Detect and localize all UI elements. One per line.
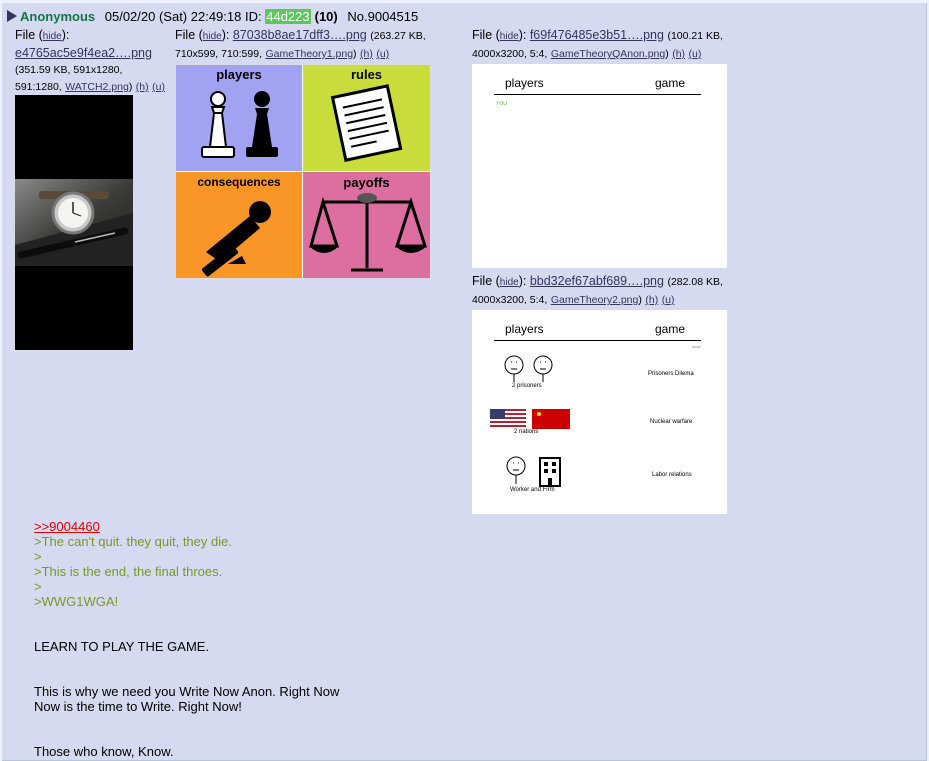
game-heading: game xyxy=(655,76,686,90)
hint-text: nbox xyxy=(692,344,701,349)
post-message: >>9004460 >The can't quit. they quit, th… xyxy=(34,519,339,759)
file-name-link[interactable]: f69f476485e3b51….png xyxy=(530,28,664,42)
file-meta: 4000x3200, 5:4, xyxy=(472,48,548,60)
thumbnail-game-theory-qanon[interactable]: players game YOU xyxy=(472,64,727,268)
upload-link[interactable]: (u) xyxy=(662,294,675,306)
row-right-label: Prisoners Dilema xyxy=(648,371,694,377)
rules-document-icon xyxy=(330,84,403,162)
flags-icon xyxy=(490,409,570,429)
hide-link[interactable]: hide xyxy=(500,31,519,42)
quote-backlink[interactable]: >>9004460 xyxy=(34,519,100,534)
file-info-1: File (hide): e4765ac5e9f4ea2….png (351.5… xyxy=(15,28,165,93)
hide-link[interactable]: hide xyxy=(500,277,519,288)
scales-icon xyxy=(309,193,428,272)
heading-underline xyxy=(494,94,701,95)
post-number[interactable]: No.9004515 xyxy=(347,9,418,24)
file-name-link[interactable]: 87038b8ae17dff3….png xyxy=(233,28,367,42)
hash-link[interactable]: (h) xyxy=(645,294,658,306)
quadrant-players: players xyxy=(176,65,302,171)
file-info-2: File (hide): 87038b8ae17dff3….png (263.2… xyxy=(175,28,426,60)
hash-link[interactable]: (h) xyxy=(136,81,149,93)
post-container: Anonymous 05/02/20 (Sat) 22:49:18 ID: 44… xyxy=(2,3,927,761)
row-left-label: 2 nations xyxy=(514,429,539,435)
file-label: File xyxy=(15,28,36,42)
file-meta: (263.27 KB, xyxy=(370,30,426,42)
hash-link[interactable]: (h) xyxy=(360,48,373,60)
message-line: This is why we need you Write Now Anon. … xyxy=(34,684,340,699)
greentext-line: > xyxy=(34,549,42,564)
players-heading: players xyxy=(505,322,544,336)
file-meta: 4000x3200, 5:4, xyxy=(472,294,548,306)
hide-link[interactable]: hide xyxy=(43,31,62,42)
thumbnail-watch[interactable] xyxy=(15,95,133,350)
you-label: YOU xyxy=(496,101,507,107)
game-heading: game xyxy=(655,322,686,336)
greentext-line: >WWG1WGA! xyxy=(34,594,119,609)
file-label: File xyxy=(472,28,493,42)
heading-underline xyxy=(494,340,701,341)
file-label: File xyxy=(175,28,196,42)
chess-pawns-icon xyxy=(201,91,278,158)
file-meta: (282.08 KB, xyxy=(667,276,723,288)
file-original-name[interactable]: GameTheory2.png xyxy=(551,294,639,306)
quadrant-rules: rules xyxy=(303,65,430,171)
file-original-name[interactable]: GameTheoryQAnon.png xyxy=(551,48,665,60)
hash-link[interactable]: (h) xyxy=(672,48,685,60)
id-post-count: (10) xyxy=(314,9,338,24)
id-label: ID: xyxy=(244,9,262,24)
file-meta: (351.59 KB, 591x1280, xyxy=(15,64,123,76)
file-original-name[interactable]: WATCH2.png xyxy=(65,81,129,93)
file-meta: 710x599, 710:599, xyxy=(175,48,262,60)
thumbnail-game-theory-1[interactable]: players rules consequences payoffs xyxy=(175,64,431,279)
file-info-4: File (hide): bbd32ef67abf689….png (282.0… xyxy=(472,274,723,306)
quadrant-consequences: consequences xyxy=(176,172,302,278)
hide-link[interactable]: hide xyxy=(203,31,222,42)
message-line: Those who know, Know. xyxy=(34,744,174,759)
message-line: Now is the time to Write. Right Now! xyxy=(34,699,242,714)
poster-name: Anonymous xyxy=(20,9,96,24)
row-right-label: Nuclear warfare xyxy=(650,419,693,425)
greentext-line: > xyxy=(34,579,42,594)
file-label: File xyxy=(472,274,493,288)
post-header: Anonymous 05/02/20 (Sat) 22:49:18 ID: 44… xyxy=(7,9,418,24)
file-original-name[interactable]: GameTheory1.png xyxy=(265,48,353,60)
worker-and-firm-icon xyxy=(506,456,561,487)
upload-link[interactable]: (u) xyxy=(376,48,389,60)
row-left-label: Worker and Firm xyxy=(510,487,555,493)
watch-photo-image xyxy=(15,179,133,266)
fallen-pawn-icon xyxy=(201,201,271,277)
post-menu-triangle-icon[interactable] xyxy=(7,10,17,22)
post-datetime: 05/02/20 (Sat) 22:49:18 xyxy=(104,9,242,24)
file-meta: (100.21 KB, xyxy=(667,30,723,42)
greentext-line: >This is the end, the final throes. xyxy=(34,564,223,579)
greentext-line: >The can't quit. they quit, they die. xyxy=(34,534,232,549)
quadrant-payoffs: payoffs xyxy=(303,172,430,278)
message-line: LEARN TO PLAY THE GAME. xyxy=(34,639,210,654)
upload-link[interactable]: (u) xyxy=(152,81,165,93)
file-info-3: File (hide): f69f476485e3b51….png (100.2… xyxy=(472,28,723,60)
upload-link[interactable]: (u) xyxy=(689,48,702,60)
file-name-link[interactable]: bbd32ef67abf689….png xyxy=(530,274,664,288)
players-heading: players xyxy=(505,76,544,90)
thumbnail-game-theory-2[interactable]: players game nbox 2 prisoners Prisoners … xyxy=(472,310,727,514)
two-prisoners-faces-icon xyxy=(504,355,553,382)
poster-id[interactable]: 44d223 xyxy=(265,9,311,24)
row-left-label: 2 prisoners xyxy=(512,383,542,389)
row-right-label: Labor relations xyxy=(652,472,692,478)
file-meta: 591:1280, xyxy=(15,81,62,93)
file-name-link[interactable]: e4765ac5e9f4ea2….png xyxy=(15,46,152,60)
